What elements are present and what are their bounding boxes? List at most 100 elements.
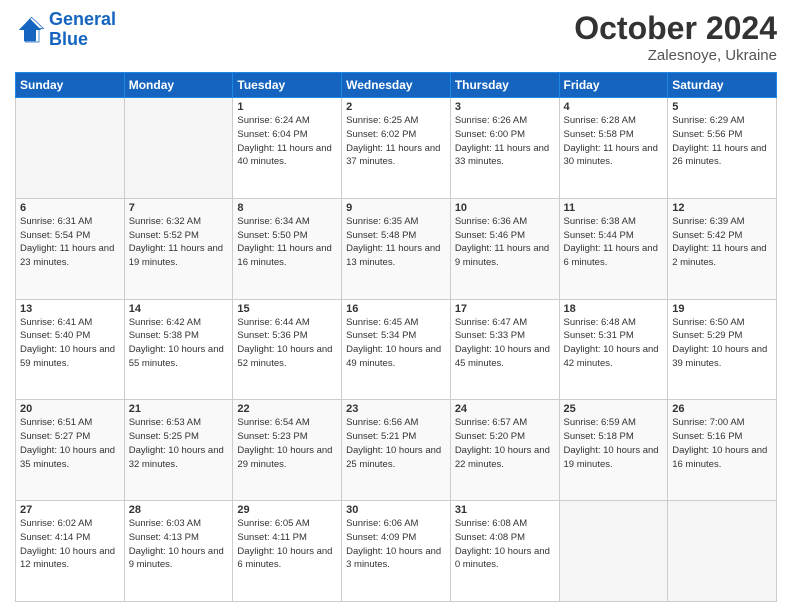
logo-general: General <box>49 9 116 29</box>
daylight-text: Daylight: 11 hours and 19 minutes. <box>129 242 229 270</box>
calendar-cell: 17Sunrise: 6:47 AMSunset: 5:33 PMDayligh… <box>450 299 559 400</box>
sunset-text: Sunset: 5:34 PM <box>346 329 446 343</box>
calendar-week-5: 27Sunrise: 6:02 AMSunset: 4:14 PMDayligh… <box>16 501 777 602</box>
weekday-header-sunday: Sunday <box>16 73 125 98</box>
sunset-text: Sunset: 5:36 PM <box>237 329 337 343</box>
sunset-text: Sunset: 4:08 PM <box>455 531 555 545</box>
sunrise-text: Sunrise: 6:35 AM <box>346 215 446 229</box>
daylight-text: Daylight: 10 hours and 29 minutes. <box>237 444 337 472</box>
day-info: Sunrise: 6:34 AMSunset: 5:50 PMDaylight:… <box>237 215 337 270</box>
calendar-cell: 28Sunrise: 6:03 AMSunset: 4:13 PMDayligh… <box>124 501 233 602</box>
calendar-cell: 25Sunrise: 6:59 AMSunset: 5:18 PMDayligh… <box>559 400 668 501</box>
day-info: Sunrise: 6:41 AMSunset: 5:40 PMDaylight:… <box>20 316 120 371</box>
sunrise-text: Sunrise: 6:05 AM <box>237 517 337 531</box>
logo: General Blue <box>15 10 116 50</box>
calendar-cell: 2Sunrise: 6:25 AMSunset: 6:02 PMDaylight… <box>342 98 451 199</box>
calendar-week-4: 20Sunrise: 6:51 AMSunset: 5:27 PMDayligh… <box>16 400 777 501</box>
sunrise-text: Sunrise: 6:45 AM <box>346 316 446 330</box>
calendar-cell: 13Sunrise: 6:41 AMSunset: 5:40 PMDayligh… <box>16 299 125 400</box>
day-info: Sunrise: 6:38 AMSunset: 5:44 PMDaylight:… <box>564 215 664 270</box>
day-info: Sunrise: 6:35 AMSunset: 5:48 PMDaylight:… <box>346 215 446 270</box>
day-info: Sunrise: 6:31 AMSunset: 5:54 PMDaylight:… <box>20 215 120 270</box>
calendar-cell: 14Sunrise: 6:42 AMSunset: 5:38 PMDayligh… <box>124 299 233 400</box>
calendar-cell <box>16 98 125 199</box>
calendar-cell: 8Sunrise: 6:34 AMSunset: 5:50 PMDaylight… <box>233 198 342 299</box>
day-number: 23 <box>346 403 446 415</box>
daylight-text: Daylight: 10 hours and 39 minutes. <box>672 343 772 371</box>
sunset-text: Sunset: 6:02 PM <box>346 128 446 142</box>
calendar-cell: 21Sunrise: 6:53 AMSunset: 5:25 PMDayligh… <box>124 400 233 501</box>
calendar-cell <box>559 501 668 602</box>
header: General Blue October 2024 Zalesnoye, Ukr… <box>15 10 777 64</box>
sunrise-text: Sunrise: 6:03 AM <box>129 517 229 531</box>
day-info: Sunrise: 6:47 AMSunset: 5:33 PMDaylight:… <box>455 316 555 371</box>
day-number: 11 <box>564 202 664 214</box>
calendar-cell: 26Sunrise: 7:00 AMSunset: 5:16 PMDayligh… <box>668 400 777 501</box>
sunset-text: Sunset: 4:11 PM <box>237 531 337 545</box>
daylight-text: Daylight: 10 hours and 55 minutes. <box>129 343 229 371</box>
weekday-header-wednesday: Wednesday <box>342 73 451 98</box>
sunrise-text: Sunrise: 6:47 AM <box>455 316 555 330</box>
day-number: 25 <box>564 403 664 415</box>
logo-text: General Blue <box>49 10 116 50</box>
location: Zalesnoye, Ukraine <box>574 47 777 64</box>
daylight-text: Daylight: 10 hours and 3 minutes. <box>346 545 446 573</box>
logo-blue: Blue <box>49 29 88 49</box>
day-number: 7 <box>129 202 229 214</box>
daylight-text: Daylight: 11 hours and 13 minutes. <box>346 242 446 270</box>
sunset-text: Sunset: 5:33 PM <box>455 329 555 343</box>
sunrise-text: Sunrise: 6:38 AM <box>564 215 664 229</box>
day-number: 16 <box>346 303 446 315</box>
day-info: Sunrise: 6:25 AMSunset: 6:02 PMDaylight:… <box>346 114 446 169</box>
sunrise-text: Sunrise: 6:32 AM <box>129 215 229 229</box>
day-info: Sunrise: 6:05 AMSunset: 4:11 PMDaylight:… <box>237 517 337 572</box>
calendar-cell: 11Sunrise: 6:38 AMSunset: 5:44 PMDayligh… <box>559 198 668 299</box>
daylight-text: Daylight: 10 hours and 0 minutes. <box>455 545 555 573</box>
daylight-text: Daylight: 11 hours and 40 minutes. <box>237 142 337 170</box>
day-number: 17 <box>455 303 555 315</box>
day-info: Sunrise: 6:26 AMSunset: 6:00 PMDaylight:… <box>455 114 555 169</box>
daylight-text: Daylight: 11 hours and 9 minutes. <box>455 242 555 270</box>
calendar-cell: 22Sunrise: 6:54 AMSunset: 5:23 PMDayligh… <box>233 400 342 501</box>
calendar-week-2: 6Sunrise: 6:31 AMSunset: 5:54 PMDaylight… <box>16 198 777 299</box>
day-number: 2 <box>346 101 446 113</box>
daylight-text: Daylight: 11 hours and 23 minutes. <box>20 242 120 270</box>
sunrise-text: Sunrise: 6:31 AM <box>20 215 120 229</box>
sunrise-text: Sunrise: 6:42 AM <box>129 316 229 330</box>
daylight-text: Daylight: 10 hours and 35 minutes. <box>20 444 120 472</box>
sunset-text: Sunset: 5:31 PM <box>564 329 664 343</box>
day-info: Sunrise: 6:02 AMSunset: 4:14 PMDaylight:… <box>20 517 120 572</box>
calendar-cell: 29Sunrise: 6:05 AMSunset: 4:11 PMDayligh… <box>233 501 342 602</box>
sunrise-text: Sunrise: 6:50 AM <box>672 316 772 330</box>
day-info: Sunrise: 6:29 AMSunset: 5:56 PMDaylight:… <box>672 114 772 169</box>
sunrise-text: Sunrise: 6:29 AM <box>672 114 772 128</box>
weekday-header-thursday: Thursday <box>450 73 559 98</box>
day-info: Sunrise: 6:42 AMSunset: 5:38 PMDaylight:… <box>129 316 229 371</box>
daylight-text: Daylight: 10 hours and 16 minutes. <box>672 444 772 472</box>
sunset-text: Sunset: 5:20 PM <box>455 430 555 444</box>
sunset-text: Sunset: 5:50 PM <box>237 229 337 243</box>
day-info: Sunrise: 6:44 AMSunset: 5:36 PMDaylight:… <box>237 316 337 371</box>
day-number: 19 <box>672 303 772 315</box>
sunset-text: Sunset: 5:42 PM <box>672 229 772 243</box>
calendar-cell: 30Sunrise: 6:06 AMSunset: 4:09 PMDayligh… <box>342 501 451 602</box>
day-number: 10 <box>455 202 555 214</box>
day-number: 15 <box>237 303 337 315</box>
day-number: 31 <box>455 504 555 516</box>
calendar-cell: 15Sunrise: 6:44 AMSunset: 5:36 PMDayligh… <box>233 299 342 400</box>
day-info: Sunrise: 6:03 AMSunset: 4:13 PMDaylight:… <box>129 517 229 572</box>
month-title: October 2024 <box>574 10 777 47</box>
sunrise-text: Sunrise: 6:26 AM <box>455 114 555 128</box>
day-number: 5 <box>672 101 772 113</box>
day-info: Sunrise: 6:24 AMSunset: 6:04 PMDaylight:… <box>237 114 337 169</box>
calendar-cell: 4Sunrise: 6:28 AMSunset: 5:58 PMDaylight… <box>559 98 668 199</box>
day-info: Sunrise: 6:54 AMSunset: 5:23 PMDaylight:… <box>237 416 337 471</box>
daylight-text: Daylight: 11 hours and 2 minutes. <box>672 242 772 270</box>
daylight-text: Daylight: 10 hours and 25 minutes. <box>346 444 446 472</box>
daylight-text: Daylight: 10 hours and 52 minutes. <box>237 343 337 371</box>
sunset-text: Sunset: 5:48 PM <box>346 229 446 243</box>
day-number: 3 <box>455 101 555 113</box>
sunrise-text: Sunrise: 6:56 AM <box>346 416 446 430</box>
daylight-text: Daylight: 10 hours and 19 minutes. <box>564 444 664 472</box>
day-number: 8 <box>237 202 337 214</box>
